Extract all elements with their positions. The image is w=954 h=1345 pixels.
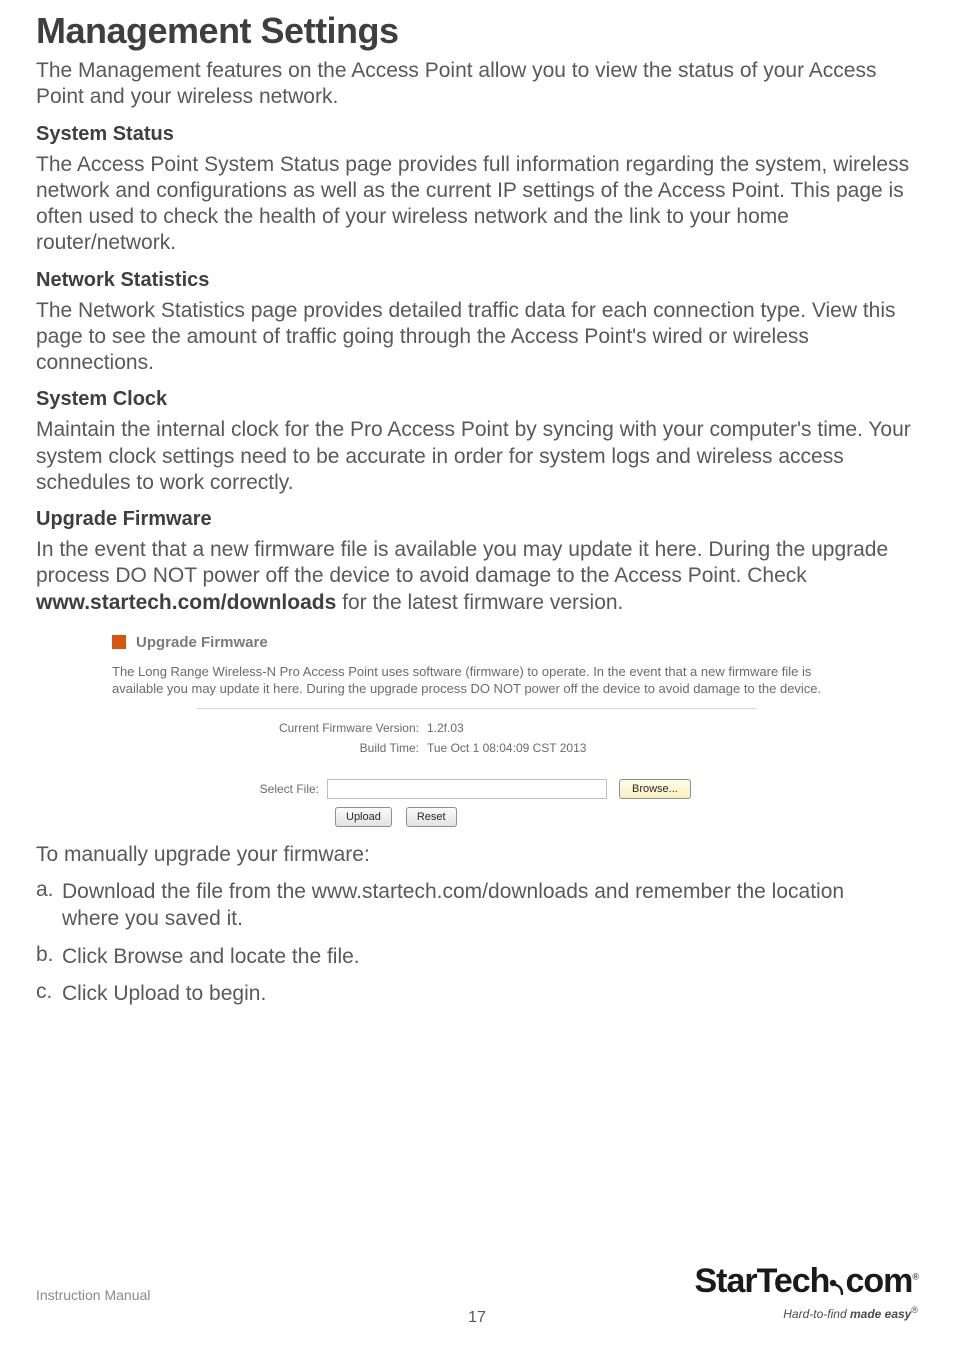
- tagline-strong: made easy: [850, 1307, 911, 1321]
- system-status-heading: System Status: [36, 123, 918, 146]
- page-title: Management Settings: [36, 10, 918, 52]
- system-status-body: The Access Point System Status page prov…: [36, 152, 918, 257]
- panel-title: Upgrade Firmware: [136, 634, 268, 651]
- step-c-marker: c.: [36, 980, 62, 1007]
- upgrade-body-link: www.startech.com/downloads: [36, 591, 336, 614]
- reset-button[interactable]: Reset: [406, 807, 457, 827]
- step-a: a. Download the file from the www.starte…: [36, 878, 918, 933]
- manual-upgrade-intro: To manually upgrade your firmware:: [36, 841, 918, 868]
- page-footer: Instruction Manual 17 StarTechcom® Hard-…: [36, 1247, 918, 1327]
- upgrade-body-post: for the latest firmware version.: [336, 591, 623, 614]
- step-a-marker: a.: [36, 878, 62, 933]
- intro-paragraph: The Management features on the Access Po…: [36, 58, 918, 111]
- panel-bullet-icon: [112, 635, 126, 649]
- tagline-registered-icon: ®: [911, 1305, 918, 1315]
- brand-tagline: Hard-to-find made easy®: [694, 1305, 918, 1321]
- select-file-label: Select File:: [197, 782, 327, 796]
- network-stats-body: The Network Statistics page provides det…: [36, 298, 918, 377]
- file-path-input[interactable]: [327, 779, 607, 799]
- step-a-text: Download the file from the www.startech.…: [62, 878, 918, 933]
- tagline-pre: Hard-to-find: [783, 1307, 850, 1321]
- panel-description: The Long Range Wireless-N Pro Access Poi…: [112, 663, 842, 698]
- logo-main-text: StarTech: [694, 1262, 829, 1300]
- upload-button[interactable]: Upload: [335, 807, 392, 827]
- upgrade-body-pre: In the event that a new firmware file is…: [36, 538, 888, 587]
- registered-icon: ®: [912, 1272, 918, 1282]
- upgrade-firmware-body: In the event that a new firmware file is…: [36, 537, 918, 616]
- logo-suffix-text: com: [845, 1262, 912, 1300]
- build-time-label: Build Time:: [197, 741, 427, 755]
- firmware-version-label: Current Firmware Version:: [197, 721, 427, 735]
- brand-logo: StarTechcom® Hard-to-find made easy®: [694, 1264, 918, 1321]
- firmware-version-value: 1.2f.03: [427, 721, 757, 735]
- step-b-text: Click Browse and locate the file.: [62, 943, 400, 970]
- firmware-panel: Upgrade Firmware The Long Range Wireless…: [112, 634, 842, 827]
- page-number: 17: [468, 1309, 486, 1327]
- network-stats-heading: Network Statistics: [36, 269, 918, 292]
- step-c: c. Click Upload to begin.: [36, 980, 918, 1007]
- panel-divider: [197, 708, 757, 709]
- step-b: b. Click Browse and locate the file.: [36, 943, 918, 970]
- logo-dot-icon: [829, 1265, 845, 1301]
- step-b-marker: b.: [36, 943, 62, 970]
- upgrade-firmware-heading: Upgrade Firmware: [36, 508, 918, 531]
- browse-button[interactable]: Browse...: [619, 779, 691, 799]
- system-clock-heading: System Clock: [36, 388, 918, 411]
- build-time-value: Tue Oct 1 08:04:09 CST 2013: [427, 741, 757, 755]
- system-clock-body: Maintain the internal clock for the Pro …: [36, 417, 918, 496]
- footer-doc-label: Instruction Manual: [36, 1287, 150, 1303]
- step-c-text: Click Upload to begin.: [62, 980, 306, 1007]
